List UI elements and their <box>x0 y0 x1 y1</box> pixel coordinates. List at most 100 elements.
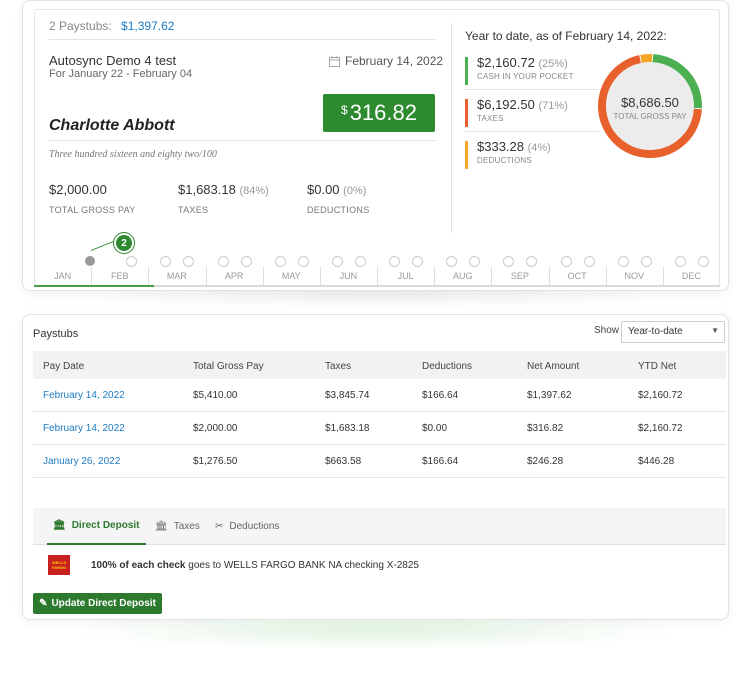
pay-date-line: February 14, 2022 <box>329 54 443 68</box>
col-deductions: Deductions <box>422 361 473 372</box>
paystub-total-link[interactable]: $1,397.62 <box>121 19 174 33</box>
timeline-dot-jan[interactable] <box>85 256 95 266</box>
ytd-taxes: $6,192.50 (71%) TAXES <box>465 97 599 135</box>
timeline-dot[interactable] <box>560 256 572 267</box>
wells-fargo-logo: WELLS FARGO <box>48 555 70 575</box>
col-pay-date: Pay Date <box>43 361 85 372</box>
bank-icon: 🏛 <box>53 520 66 531</box>
net-pay-amount: 316.82 <box>349 100 417 125</box>
employee-name: Charlotte Abbott <box>49 117 175 134</box>
table-row: February 14, 2022 $5,410.00 $3,845.74 $1… <box>33 379 726 412</box>
cell-gross: $5,410.00 <box>193 390 238 401</box>
pay-date-link[interactable]: January 26, 2022 <box>43 456 120 467</box>
donut-total: $8,686.50 <box>621 95 679 110</box>
chevron-down-icon: ▼ <box>711 326 719 335</box>
paystubs-title: Paystubs <box>33 328 79 340</box>
cell-gross: $1,276.50 <box>193 456 238 467</box>
tab-deductions[interactable]: ✂ Deductions <box>215 508 279 545</box>
calendar-icon <box>329 55 340 67</box>
month-label-apr[interactable]: APR <box>214 271 254 281</box>
ytd-cash-bar <box>465 57 468 85</box>
month-label-feb[interactable]: FEB <box>100 271 140 281</box>
month-tick <box>605 267 607 285</box>
net-pay-currency: $ <box>341 103 348 117</box>
paystub-count-badge[interactable]: 2 <box>116 235 132 251</box>
gross-pay-value: $2,000.00 <box>49 182 107 197</box>
direct-deposit-info: 100% of each check goes to WELLS FARGO B… <box>91 560 419 571</box>
col-net-amount: Net Amount <box>527 361 580 372</box>
deductions-label: DEDUCTIONS <box>307 205 370 215</box>
ytd-deductions: $333.28 (4%) DEDUCTIONS <box>465 139 599 177</box>
timeline-dot[interactable] <box>583 256 595 267</box>
month-tick <box>148 267 150 285</box>
cell-ytd-net: $2,160.72 <box>638 390 683 401</box>
month-label-jul[interactable]: JUL <box>386 271 426 281</box>
col-gross-pay: Total Gross Pay <box>193 361 264 372</box>
paystubs-card: Paystubs Show Year-to-date ▼ Pay Date To… <box>22 314 729 620</box>
pencil-icon: ✎ <box>39 598 48 609</box>
cell-deductions: $166.64 <box>422 390 459 401</box>
cell-net: $316.82 <box>527 423 564 434</box>
tab-taxes[interactable]: 🏛 Taxes <box>155 508 200 545</box>
paystubs-table-header: Pay Date Total Gross Pay Taxes Deduction… <box>33 351 726 379</box>
cell-net: $1,397.62 <box>527 390 572 401</box>
paystub-count-label: 2 Paystubs: <box>49 19 112 33</box>
month-label-may[interactable]: MAY <box>271 271 311 281</box>
month-tick <box>662 267 664 285</box>
month-label-jan[interactable]: JAN <box>43 271 83 281</box>
timeline-dot[interactable] <box>274 256 286 267</box>
month-label-sep[interactable]: SEP <box>500 271 540 281</box>
show-label: Show <box>594 325 620 336</box>
pay-date-link[interactable]: February 14, 2022 <box>43 390 125 401</box>
col-taxes: Taxes <box>325 361 352 372</box>
period-select[interactable]: Year-to-date ▼ <box>621 321 725 343</box>
taxes-label: TAXES <box>178 205 209 215</box>
company-name: Autosync Demo 4 test <box>49 53 177 68</box>
update-direct-deposit-button[interactable]: ✎ Update Direct Deposit <box>33 593 162 614</box>
cell-gross: $2,000.00 <box>193 423 238 434</box>
ytd-donut-chart: $8,686.50 TOTAL GROSS PAY <box>597 53 703 159</box>
month-label-oct[interactable]: OCT <box>557 271 597 281</box>
taxes-value: $1,683.18 (84%) <box>178 182 269 197</box>
deposit-percentage: 100% of each check <box>91 560 186 571</box>
month-tick <box>319 267 321 285</box>
tab-direct-deposit[interactable]: 🏛 Direct Deposit <box>47 508 146 545</box>
month-label-jun[interactable]: JUN <box>328 271 368 281</box>
col-ytd-net: YTD Net <box>638 361 677 372</box>
month-label-mar[interactable]: MAR <box>157 271 197 281</box>
pay-period: For January 22 - February 04 <box>49 68 193 80</box>
month-tick <box>377 267 378 285</box>
donut-deductions-arc <box>640 54 653 63</box>
timeline-dot[interactable] <box>640 256 652 267</box>
cell-ytd-net: $2,160.72 <box>638 423 683 434</box>
timeline-dot[interactable] <box>240 256 252 267</box>
period-select-value: Year-to-date <box>628 326 683 337</box>
timeline-dot[interactable] <box>617 256 629 267</box>
name-divider <box>49 140 436 141</box>
net-pay-badge: $ 316.82 <box>323 94 435 132</box>
timeline-dot[interactable] <box>217 256 229 267</box>
ytd-deductions-bar <box>465 141 468 169</box>
timeline-dot[interactable] <box>674 256 686 267</box>
month-label-dec[interactable]: DEC <box>671 271 711 281</box>
table-row: January 26, 2022 $1,276.50 $663.58 $166.… <box>33 445 726 478</box>
month-tick <box>491 267 493 285</box>
month-tick <box>548 267 550 285</box>
month-label-nov[interactable]: NOV <box>614 271 654 281</box>
timeline-dot[interactable] <box>297 256 309 267</box>
ytd-taxes-bar <box>465 99 468 127</box>
split-icon: ✂ <box>215 521 224 532</box>
timeline-dot[interactable] <box>331 256 343 267</box>
timeline-dot[interactable] <box>697 256 709 267</box>
cell-net: $246.28 <box>527 456 564 467</box>
cell-taxes: $1,683.18 <box>325 423 370 434</box>
deductions-value: $0.00 (0%) <box>307 182 367 197</box>
header-divider <box>49 39 436 40</box>
ytd-cash: $2,160.72 (25%) CASH IN YOUR POCKET <box>465 55 599 93</box>
month-label-aug[interactable]: AUG <box>443 271 483 281</box>
amount-in-words: Three hundred sixteen and eighty two/100 <box>49 149 217 160</box>
timeline-dot[interactable] <box>354 256 366 267</box>
pay-date-link[interactable]: February 14, 2022 <box>43 423 125 434</box>
timeline-dot[interactable] <box>412 256 424 267</box>
cell-taxes: $3,845.74 <box>325 390 370 401</box>
